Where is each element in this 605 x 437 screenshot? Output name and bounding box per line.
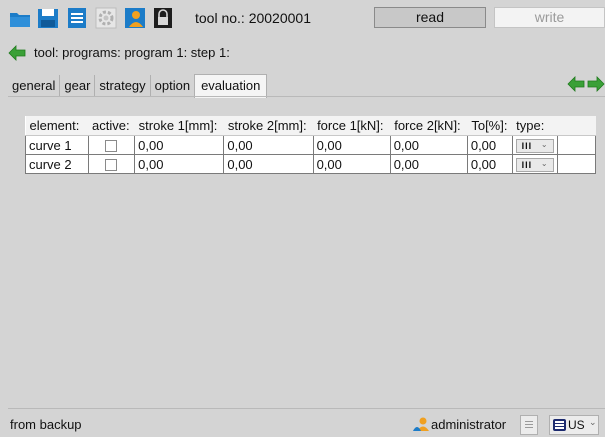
lock-icon[interactable] — [152, 6, 174, 30]
cell-active[interactable] — [87, 154, 136, 174]
cell-to[interactable]: 0,00 — [466, 135, 513, 155]
cell-element[interactable]: curve 2 — [25, 154, 89, 174]
chevron-down-icon: ⌄ — [540, 139, 548, 149]
cell-type[interactable]: III ⌄ — [511, 154, 558, 174]
user-icon[interactable] — [124, 6, 146, 30]
cell-force-1[interactable]: 0,00 — [312, 135, 391, 155]
next-arrow-icon[interactable] — [587, 75, 605, 93]
tab-bar: general gear strategy option evaluation — [8, 74, 268, 98]
cell-force-2[interactable]: 0,00 — [389, 135, 468, 155]
current-user: administrator — [431, 417, 507, 432]
table-row: curve 2 0,00 0,00 0,00 0,00 0,00 III ⌄ — [25, 154, 597, 174]
cell-stroke-1[interactable]: 0,00 — [134, 154, 225, 174]
col-header-type: type: — [512, 116, 558, 136]
tab-option[interactable]: option — [151, 75, 194, 97]
language-selector[interactable]: US ⌄ — [549, 415, 599, 435]
tab-divider — [8, 96, 605, 97]
chevron-down-icon: ⌄ — [589, 417, 597, 427]
cell-active[interactable] — [87, 135, 136, 155]
table-row: curve 1 0,00 0,00 0,00 0,00 0,00 III ⌄ — [25, 135, 597, 155]
tab-evaluation[interactable]: evaluation — [194, 74, 268, 98]
back-arrow-icon[interactable] — [8, 44, 26, 62]
read-button[interactable]: read — [374, 7, 486, 28]
status-bar: from backup administrator US ⌄ — [8, 409, 605, 437]
folder-icon[interactable] — [9, 6, 31, 30]
col-header-active: active: — [88, 116, 135, 136]
col-header-to: To[%]: — [467, 116, 513, 136]
type-dropdown[interactable]: III ⌄ — [515, 157, 554, 172]
save-icon[interactable] — [37, 6, 59, 30]
cell-to[interactable]: 0,00 — [466, 154, 513, 174]
active-checkbox[interactable] — [105, 140, 118, 153]
col-header-stroke-2: stroke 2[mm]: — [223, 116, 314, 136]
breadcrumb-text: tool: programs: program 1: step 1: — [34, 45, 230, 60]
active-checkbox[interactable] — [105, 159, 118, 172]
cell-force-1[interactable]: 0,00 — [312, 154, 391, 174]
col-header-force-1: force 1[kN]: — [313, 116, 391, 136]
col-header-stroke-1: stroke 1[mm]: — [134, 116, 224, 136]
evaluation-table: element: active: stroke 1[mm]: stroke 2[… — [25, 116, 597, 175]
gear-icon[interactable] — [95, 6, 117, 30]
cell-stroke-1[interactable]: 0,00 — [134, 135, 225, 155]
cell-stroke-2[interactable]: 0,00 — [223, 154, 314, 174]
cell-blank — [556, 154, 597, 174]
type-dropdown[interactable]: III ⌄ — [515, 138, 554, 153]
table-header-row: element: active: stroke 1[mm]: stroke 2[… — [25, 116, 596, 136]
cell-element[interactable]: curve 1 — [25, 135, 89, 155]
cell-stroke-2[interactable]: 0,00 — [223, 135, 314, 155]
user-icon — [413, 416, 429, 432]
col-header-blank — [557, 116, 596, 136]
type-value: III — [521, 140, 533, 151]
language-code: US — [568, 418, 585, 432]
print-icon[interactable] — [66, 6, 88, 30]
cell-type[interactable]: III ⌄ — [511, 135, 558, 155]
status-text: from backup — [10, 417, 82, 432]
chevron-down-icon: ⌄ — [540, 158, 548, 168]
flag-icon — [553, 419, 566, 431]
col-header-force-2: force 2[kN]: — [390, 116, 468, 136]
tab-general[interactable]: general — [8, 75, 61, 97]
previous-arrow-icon[interactable] — [567, 75, 585, 93]
tab-gear[interactable]: gear — [60, 75, 96, 97]
main-toolbar: tool no.: 20020001 read write — [0, 0, 605, 38]
breadcrumb: tool: programs: program 1: step 1: — [8, 40, 605, 66]
cell-force-2[interactable]: 0,00 — [389, 154, 468, 174]
tool-number-label: tool no.: 20020001 — [195, 10, 311, 26]
type-value: III — [521, 159, 533, 170]
notes-icon[interactable] — [520, 415, 538, 435]
cell-blank — [556, 135, 597, 155]
write-button[interactable]: write — [494, 7, 605, 28]
tab-strategy[interactable]: strategy — [95, 75, 151, 97]
col-header-element: element: — [25, 116, 89, 136]
